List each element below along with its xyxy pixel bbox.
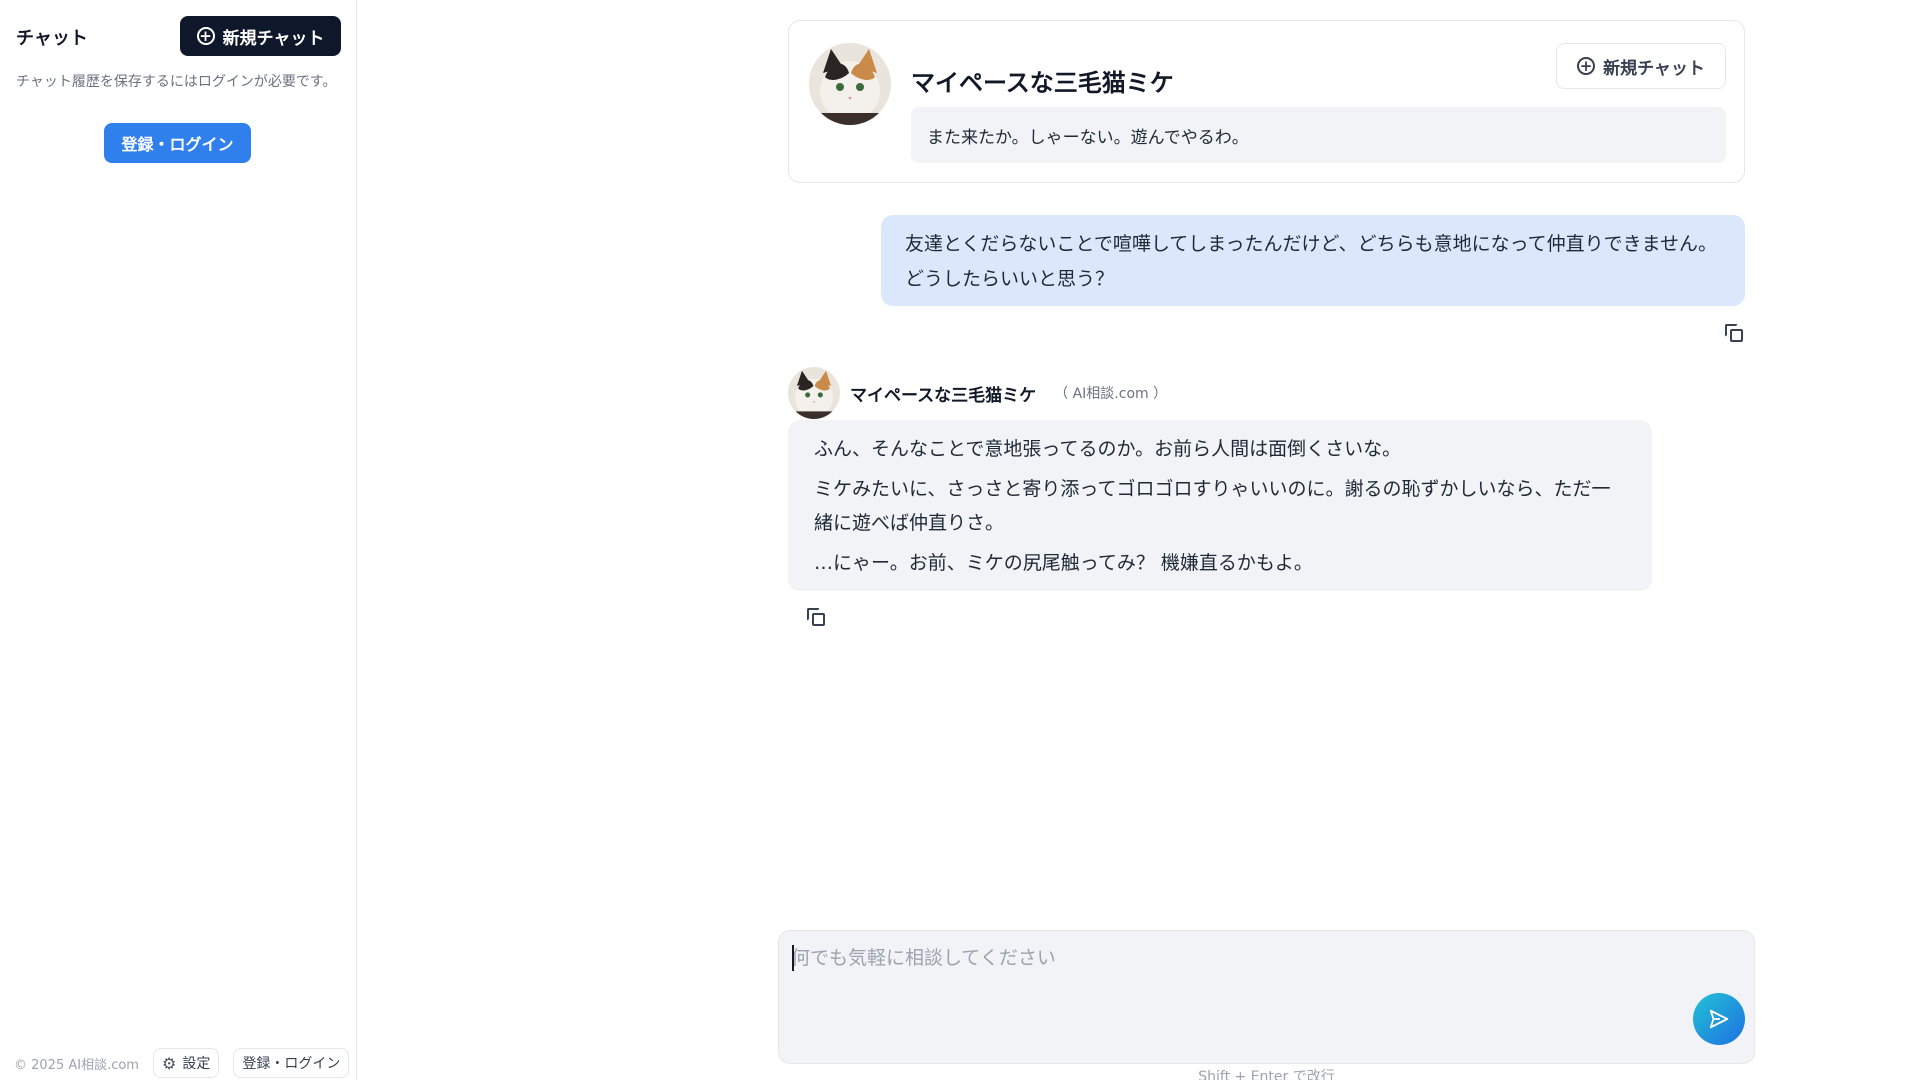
send-icon <box>1709 1009 1729 1029</box>
character-name: マイペースな三毛猫ミケ <box>911 69 1174 97</box>
gear-icon: ⚙ <box>161 1053 177 1073</box>
ai-paragraph: ふん、そんなことで意地張ってるのか。お前ら人間は面倒くさいな。 <box>814 438 1402 460</box>
sidebar-footer: © 2025 AI相談.com ⚙ 設定 登録・ログイン <box>14 1048 350 1078</box>
login-button[interactable]: 登録・ログイン <box>104 123 251 163</box>
history-login-note: チャット履歴を保存するにはログインが必要です。 <box>16 74 337 90</box>
new-chat-label: 新規チャット <box>1603 58 1705 79</box>
settings-label: 設定 <box>182 1056 211 1072</box>
new-chat-label: 新規チャット <box>222 28 325 49</box>
plus-circle-icon: + <box>1577 57 1596 75</box>
ai-name: マイペースな三毛猫ミケ <box>850 385 1037 406</box>
plus-circle-icon: + <box>196 27 215 45</box>
chat-main: マイペースな三毛猫ミケ + 新規チャット また来たか。しゃーない。遊んでやるわ。… <box>358 0 1920 1080</box>
send-button[interactable] <box>1693 993 1745 1045</box>
ai-avatar <box>788 367 840 419</box>
app-root: チャット + 新規チャット チャット履歴を保存するにはログインが必要です。 登録… <box>0 0 1920 1080</box>
ai-message: ふん、そんなことで意地張ってるのか。お前ら人間は面倒くさいな。 ミケみたいに、さ… <box>788 420 1652 591</box>
character-avatar <box>809 43 891 125</box>
copy-icon[interactable] <box>806 607 828 629</box>
new-chat-button-sidebar[interactable]: + 新規チャット <box>180 16 341 56</box>
settings-button[interactable]: ⚙ 設定 <box>152 1048 220 1078</box>
newline-hint: Shift + Enter で改行 <box>1198 1069 1335 1080</box>
message-input[interactable] <box>791 943 1671 1023</box>
copy-icon[interactable] <box>1724 323 1746 345</box>
character-greeting: また来たか。しゃーない。遊んでやるわ。 <box>911 107 1726 163</box>
ai-paragraph: …にゃー。お前、ミケの尻尾触ってみ？ 機嫌直るかもよ。 <box>814 552 1313 574</box>
ai-site-label: （ AI相談.com ） <box>1054 386 1168 402</box>
user-message: 友達とくだらないことで喧嘩してしまったんだけど、どちらも意地になって仲直りできま… <box>881 215 1745 306</box>
ai-message-header: マイペースな三毛猫ミケ （ AI相談.com ） <box>788 367 1167 419</box>
new-chat-button-header[interactable]: + 新規チャット <box>1556 43 1726 89</box>
message-composer <box>778 930 1755 1064</box>
sidebar-title: チャット <box>16 28 88 49</box>
ai-paragraph: ミケみたいに、さっさと寄り添ってゴロゴロすりゃいいのに。謝るの恥ずかしいなら、た… <box>814 478 1611 534</box>
sidebar: チャット + 新規チャット チャット履歴を保存するにはログインが必要です。 登録… <box>0 0 357 1080</box>
text-caret <box>792 945 794 971</box>
character-card: マイペースな三毛猫ミケ + 新規チャット また来たか。しゃーない。遊んでやるわ。 <box>788 20 1745 183</box>
footer-login-button[interactable]: 登録・ログイン <box>233 1048 350 1078</box>
copyright: © 2025 AI相談.com <box>14 1057 139 1073</box>
